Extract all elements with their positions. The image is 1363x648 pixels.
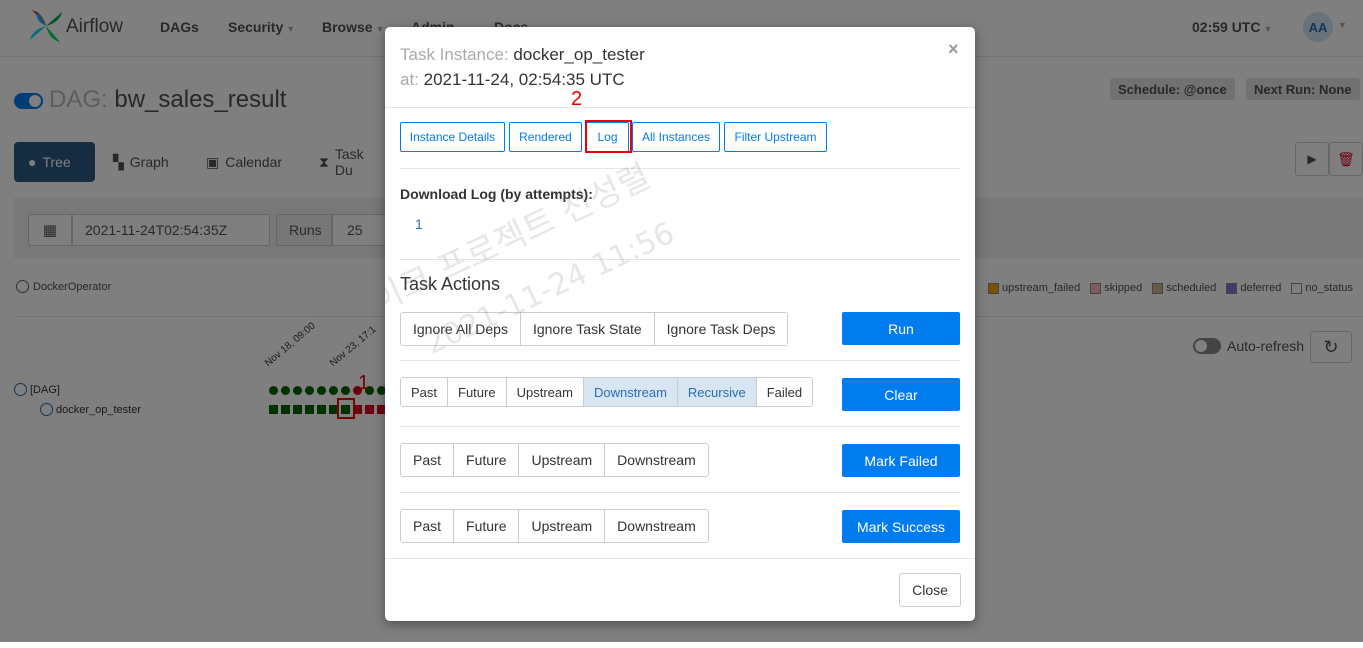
mark-failed-button[interactable]: Mark Failed [842, 444, 960, 477]
download-log-label: Download Log (by attempts): [400, 186, 593, 202]
rendered-button[interactable]: Rendered [509, 122, 582, 152]
mark-success-upstream-toggle[interactable]: Upstream [519, 510, 606, 542]
modal-at-value: 2021-11-24, 02:54:35 UTC [423, 70, 625, 89]
mark-success-options-group: Past Future Upstream Downstream [400, 509, 709, 543]
filter-upstream-button[interactable]: Filter Upstream [724, 122, 827, 152]
mark-failed-future-toggle[interactable]: Future [454, 444, 520, 476]
modal-title-label: Task Instance: [400, 45, 509, 64]
ignore-task-state-toggle[interactable]: Ignore Task State [520, 313, 655, 345]
ignore-all-deps-toggle[interactable]: Ignore All Deps [401, 313, 521, 345]
run-options-group: Ignore All Deps Ignore Task State Ignore… [400, 312, 789, 346]
modal-subtitle: at: 2021-11-24, 02:54:35 UTC [400, 70, 625, 90]
divider [400, 168, 960, 169]
all-instances-button[interactable]: All Instances [632, 122, 720, 152]
task-instance-modal: Task Instance: docker_op_tester at: 2021… [385, 27, 975, 621]
divider [400, 426, 960, 427]
clear-upstream-toggle[interactable]: Upstream [506, 378, 584, 406]
run-button[interactable]: Run [842, 312, 960, 345]
clear-past-toggle[interactable]: Past [401, 378, 449, 406]
modal-at-label: at: [400, 70, 419, 89]
mark-success-downstream-toggle[interactable]: Downstream [605, 510, 708, 542]
clear-button[interactable]: Clear [842, 378, 960, 411]
task-actions-title: Task Actions [400, 274, 501, 294]
annotation-box-2 [585, 120, 632, 153]
ignore-task-deps-toggle[interactable]: Ignore Task Deps [654, 313, 788, 345]
modal-footer-divider [385, 558, 975, 559]
instance-details-button[interactable]: Instance Details [400, 122, 505, 152]
mark-failed-past-toggle[interactable]: Past [401, 444, 455, 476]
divider [400, 259, 960, 260]
modal-title: Task Instance: docker_op_tester [400, 45, 645, 65]
clear-future-toggle[interactable]: Future [448, 378, 507, 406]
divider [400, 360, 960, 361]
clear-options-group: Past Future Upstream Downstream Recursiv… [400, 377, 814, 407]
clear-recursive-toggle[interactable]: Recursive [677, 378, 757, 406]
close-button[interactable]: Close [899, 573, 961, 607]
mark-success-button[interactable]: Mark Success [842, 510, 960, 543]
clear-failed-toggle[interactable]: Failed [756, 378, 813, 406]
clear-downstream-toggle[interactable]: Downstream [583, 378, 678, 406]
close-icon[interactable]: × [948, 39, 959, 60]
mark-failed-upstream-toggle[interactable]: Upstream [519, 444, 606, 476]
page-bottom-strip [0, 642, 1363, 648]
modal-header: Task Instance: docker_op_tester at: 2021… [385, 27, 975, 108]
mark-failed-options-group: Past Future Upstream Downstream [400, 443, 709, 477]
mark-success-past-toggle[interactable]: Past [401, 510, 455, 542]
mark-success-future-toggle[interactable]: Future [454, 510, 520, 542]
mark-failed-downstream-toggle[interactable]: Downstream [605, 444, 708, 476]
log-attempt-link[interactable]: 1 [415, 216, 423, 232]
modal-title-value: docker_op_tester [513, 45, 645, 64]
annotation-number-2: 2 [571, 88, 583, 110]
divider [400, 492, 960, 493]
